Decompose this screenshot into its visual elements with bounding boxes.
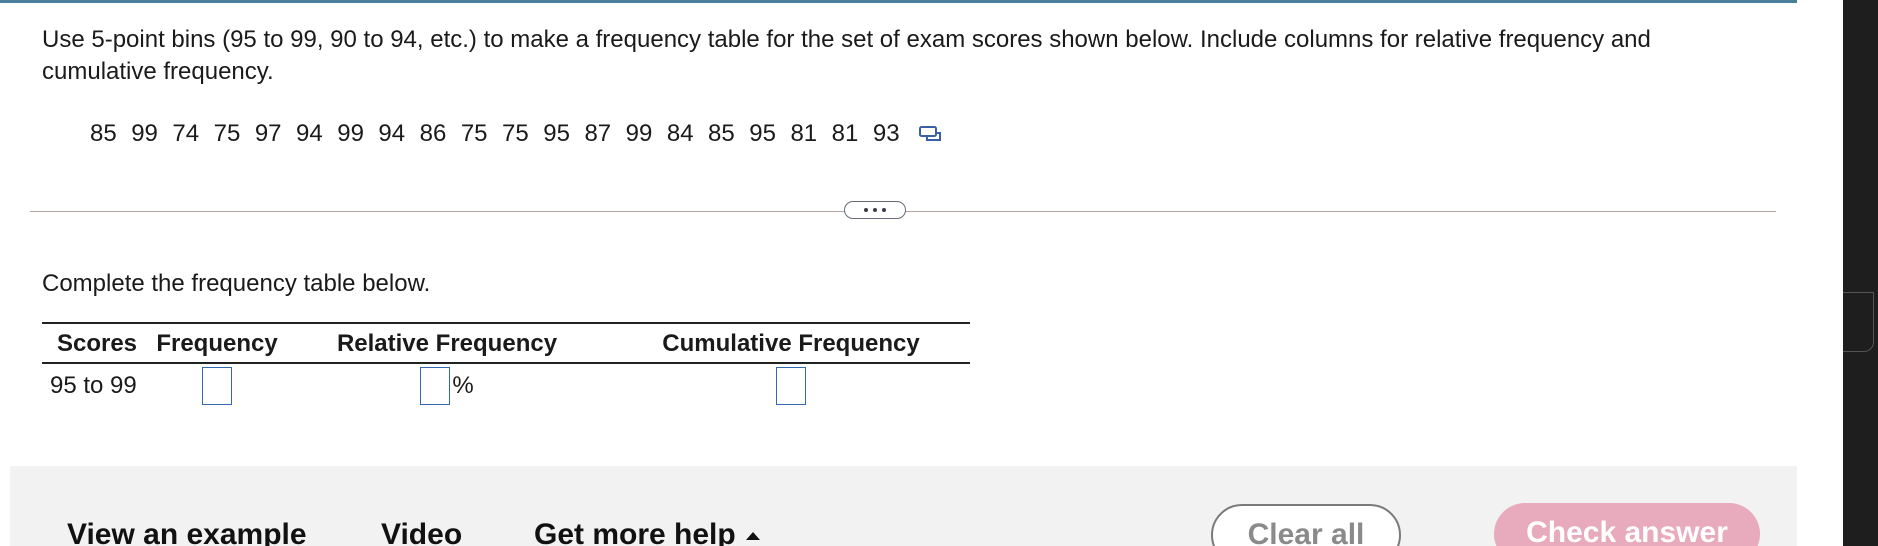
score-value: 99 — [337, 120, 364, 147]
view-example-link[interactable]: View an example — [67, 518, 307, 546]
score-value: 99 — [625, 120, 653, 147]
relative-frequency-input[interactable] — [420, 367, 451, 405]
score-value: 85 — [708, 120, 735, 147]
score-value: 95 — [749, 120, 776, 147]
header-cumulative-frequency: Cumulative Frequency — [612, 322, 970, 364]
score-value: 81 — [831, 120, 859, 147]
score-value: 75 — [213, 120, 241, 147]
cumulative-frequency-input[interactable] — [776, 367, 806, 405]
score-value: 94 — [378, 120, 406, 147]
video-link[interactable]: Video — [381, 518, 462, 546]
score-value: 94 — [296, 120, 323, 147]
instruction-text: Complete the frequency table below. — [42, 270, 431, 297]
row-relative-frequency-cell: % — [282, 363, 612, 408]
header-frequency: Frequency — [152, 322, 282, 364]
window-edge-scrollbar[interactable] — [1843, 0, 1878, 546]
header-relative-frequency: Relative Frequency — [282, 322, 612, 364]
check-answer-button[interactable]: Check answer — [1494, 503, 1760, 546]
score-value: 75 — [460, 120, 488, 147]
caret-up-icon — [745, 532, 760, 541]
get-more-help-link[interactable]: Get more help — [534, 518, 760, 546]
question-text: Use 5-point bins (95 to 99, 90 to 94, et… — [42, 26, 1651, 85]
score-value: 84 — [666, 120, 694, 147]
row-scores-label: 95 to 99 — [50, 372, 137, 399]
page: Use 5-point bins (95 to 99, 90 to 94, et… — [0, 0, 1878, 546]
row-frequency-cell — [152, 363, 282, 408]
score-value: 87 — [584, 120, 612, 147]
score-value: 95 — [543, 120, 570, 147]
right-gutter — [1797, 0, 1843, 546]
percent-sign: % — [452, 372, 474, 399]
table-header-row: Scores Frequency Relative Frequency Cumu… — [42, 322, 970, 364]
score-value: 97 — [254, 120, 282, 147]
row-cumulative-frequency-cell — [612, 363, 970, 408]
clear-all-button[interactable]: Clear all — [1211, 504, 1401, 546]
more-dots-icon — [864, 208, 886, 212]
scores-list: 85 99 74 75 97 94 99 94 86 75 75 95 87 9… — [90, 120, 942, 148]
score-value: 93 — [872, 120, 900, 147]
score-value: 99 — [131, 120, 158, 147]
frequency-input[interactable] — [202, 367, 232, 405]
score-value: 86 — [419, 120, 447, 147]
frequency-table: Scores Frequency Relative Frequency Cumu… — [42, 322, 970, 408]
score-value: 85 — [90, 120, 117, 147]
header-scores: Scores — [42, 322, 152, 364]
copy-data-icon[interactable] — [918, 122, 942, 146]
expand-more-button[interactable] — [844, 201, 906, 219]
score-value: 81 — [790, 120, 818, 147]
score-value: 74 — [172, 120, 200, 147]
top-accent-bar — [0, 0, 1797, 3]
score-value: 75 — [502, 120, 529, 147]
get-more-help-label: Get more help — [534, 518, 736, 546]
table-row: 95 to 99 % — [42, 363, 970, 408]
scrollbar-notch — [1843, 292, 1874, 352]
